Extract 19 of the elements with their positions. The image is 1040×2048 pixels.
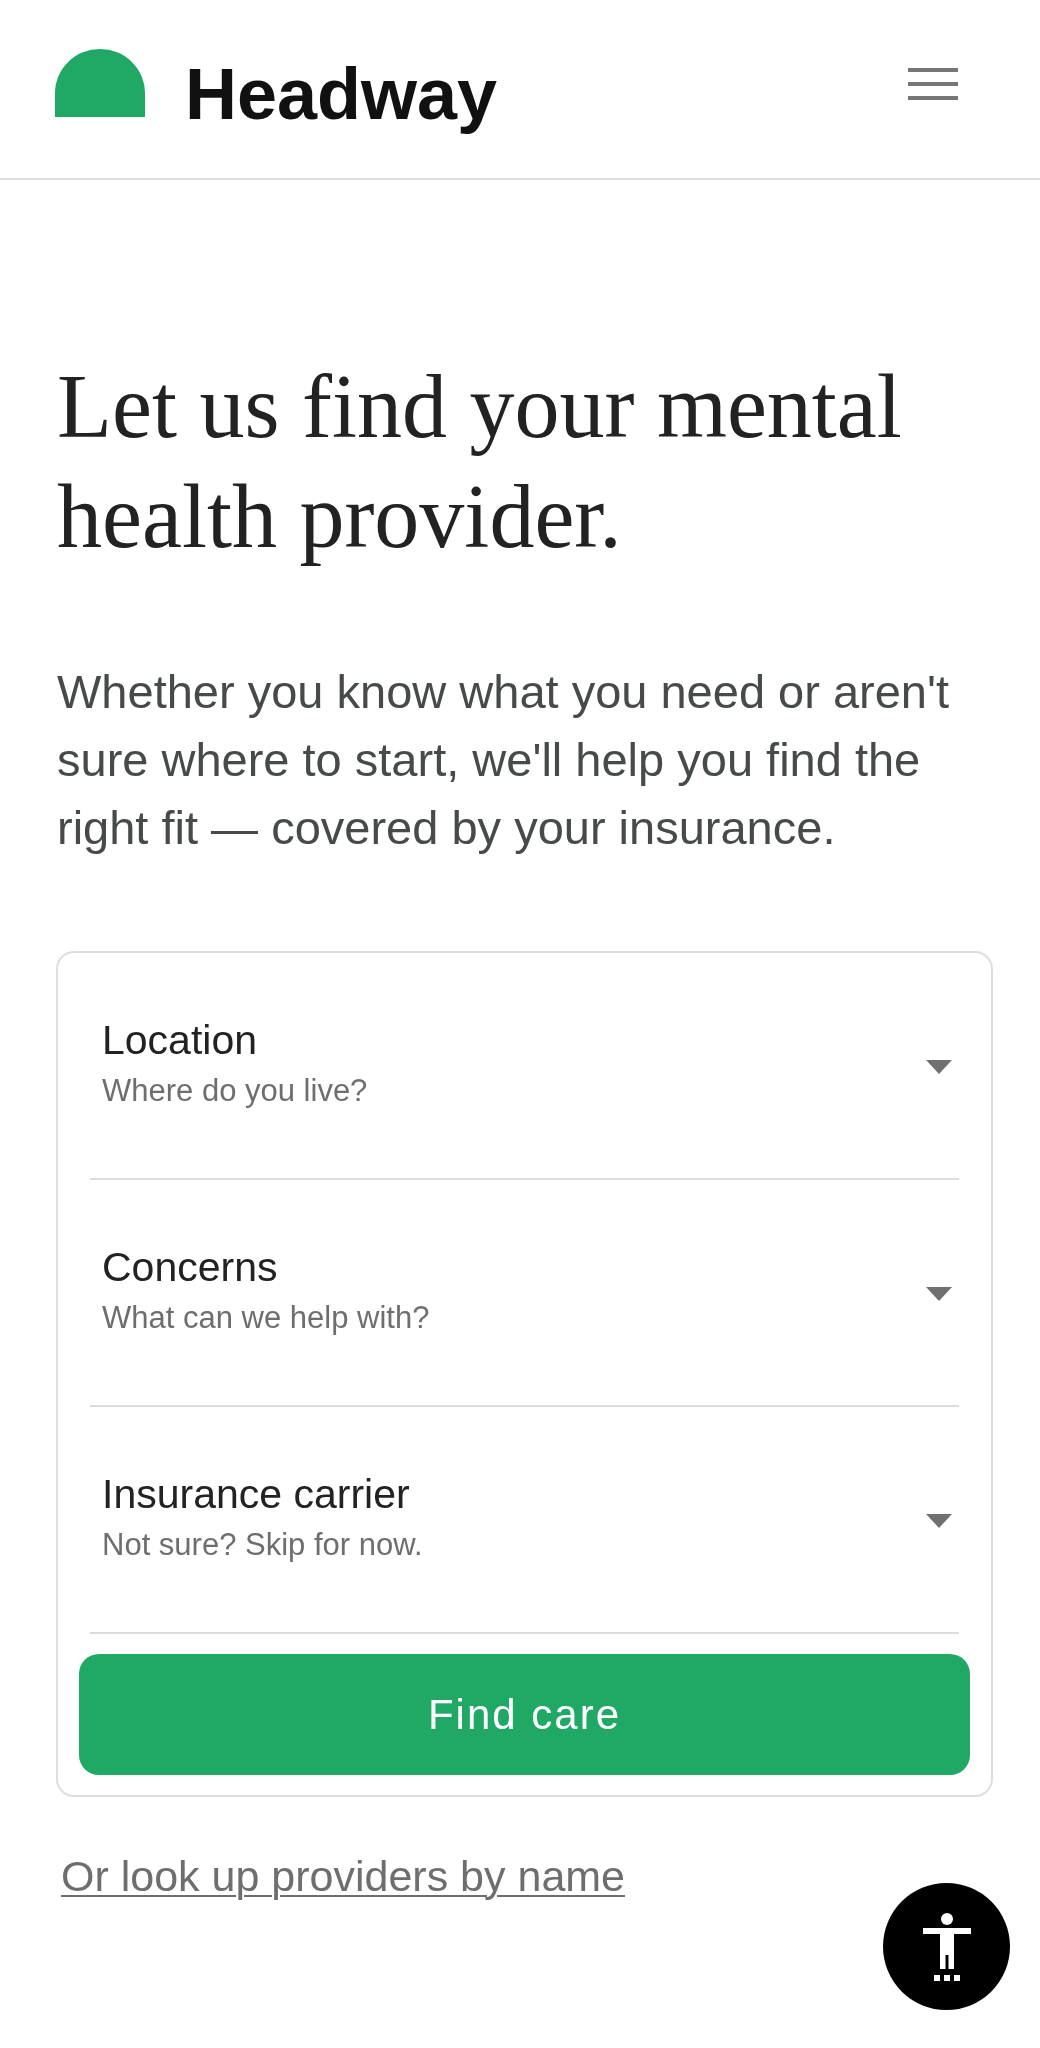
field-label: Concerns: [102, 1243, 279, 1292]
dropdown-field[interactable]: Location Where do you live?: [90, 953, 959, 1180]
placeholder-text: Where do you live?: [102, 1072, 368, 1110]
dropdown-field[interactable]: Concerns What can we help with?: [90, 1180, 959, 1407]
intro-text: Whether you know what you need or aren't sure where to start, we'll help you find the right fit — covered by your insurance.: [57, 664, 951, 856]
page-heading: Let us find your mental health provider.: [57, 356, 903, 568]
brand-name[interactable]: Headway: [185, 54, 498, 134]
field-label: Insurance carrier: [102, 1470, 411, 1519]
logo-icon[interactable]: [55, 49, 145, 117]
accessibility-icon: [922, 1912, 971, 1981]
placeholder-text: Not sure? Skip for now.: [102, 1526, 423, 1564]
lookup-link[interactable]: Or look up providers by name: [61, 1850, 626, 1902]
caret-icon: [926, 1514, 952, 1528]
caret-icon: [926, 1287, 952, 1301]
menu-icon[interactable]: [908, 68, 958, 100]
placeholder-text: What can we help with?: [102, 1299, 430, 1337]
field-label: Location: [102, 1016, 258, 1065]
dropdown-field[interactable]: Insurance carrier Not sure? Skip for now.: [90, 1407, 959, 1634]
caret-icon: [926, 1060, 952, 1074]
